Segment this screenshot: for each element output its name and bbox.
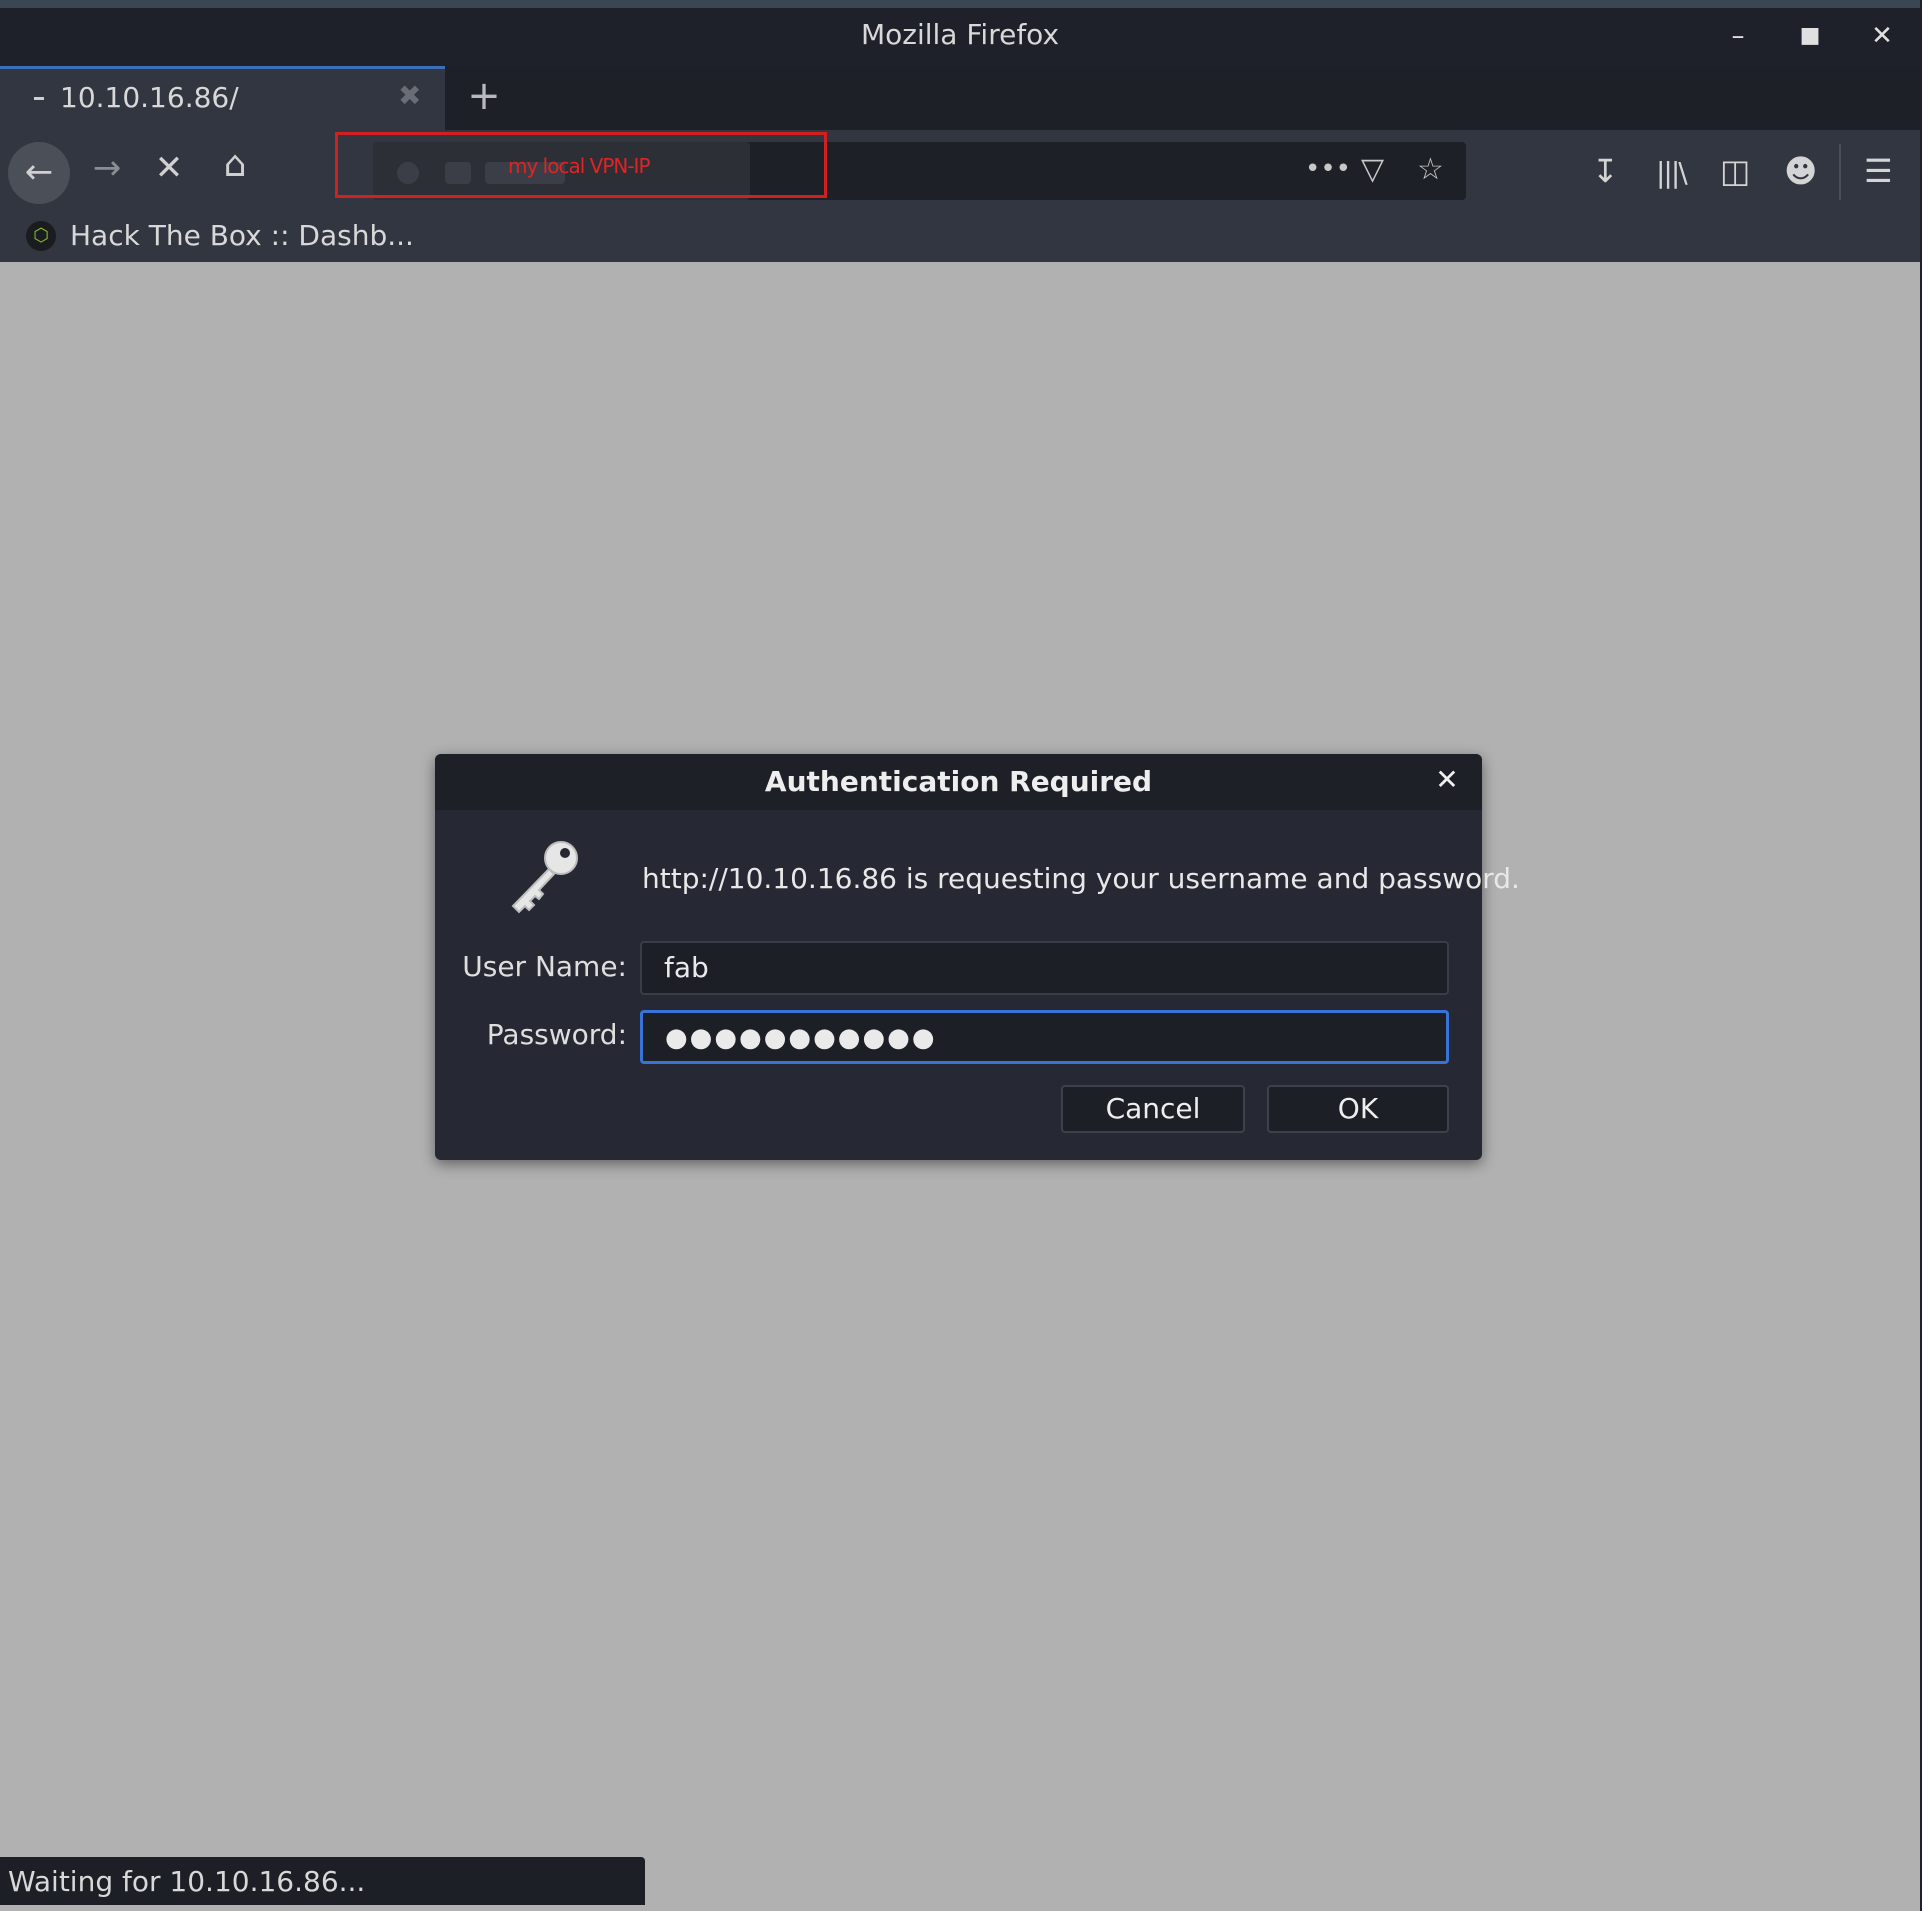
sidebar-icon[interactable]: ◫ bbox=[1720, 152, 1750, 190]
window-title: Mozilla Firefox bbox=[860, 18, 1060, 51]
library-icon[interactable]: |||\ bbox=[1656, 156, 1688, 189]
password-value: ●●●●●●●●●●● bbox=[665, 1023, 937, 1053]
desktop-top-strip bbox=[0, 0, 1922, 8]
username-label: User Name: bbox=[462, 950, 627, 983]
tab-close-icon[interactable]: ✖ bbox=[398, 79, 421, 112]
htb-favicon-icon: ⬡ bbox=[26, 221, 56, 251]
tab-active[interactable]: 10.10.16.86/ ✖ bbox=[0, 66, 445, 130]
bookmark-star-icon[interactable]: ☆ bbox=[1417, 152, 1444, 187]
loading-throbber-icon bbox=[34, 97, 44, 100]
new-tab-icon[interactable]: + bbox=[460, 72, 508, 120]
forward-icon[interactable]: → bbox=[82, 148, 132, 188]
home-icon[interactable]: ⌂ bbox=[210, 144, 260, 185]
downloads-icon[interactable]: ↧ bbox=[1592, 152, 1619, 190]
bookmark-item-hackthebox[interactable]: Hack The Box :: Dashb... bbox=[70, 219, 414, 252]
close-window-icon[interactable]: ✕ bbox=[1860, 14, 1904, 58]
tab-title: 10.10.16.86/ bbox=[60, 81, 239, 114]
auth-dialog: Authentication Required ✕ http://10.10.1… bbox=[435, 754, 1520, 1160]
navigation-toolbar: ← → ✕ ⌂ ••• ▽ ☆ ↧ |||\ ◫ ☻ ☰ bbox=[0, 130, 1920, 212]
browser-chrome: Mozilla Firefox – ■ ✕ 10.10.16.86/ ✖ + ←… bbox=[0, 0, 1922, 262]
window-titlebar[interactable]: Mozilla Firefox – ■ ✕ bbox=[0, 8, 1920, 66]
toolbar-separator bbox=[1839, 144, 1841, 200]
tab-strip: 10.10.16.86/ ✖ + bbox=[0, 66, 1920, 130]
minimize-icon[interactable]: – bbox=[1716, 14, 1760, 58]
back-icon[interactable]: ← bbox=[8, 142, 70, 204]
password-input[interactable]: ●●●●●●●●●●● bbox=[640, 1010, 1449, 1064]
dialog-title: Authentication Required bbox=[764, 765, 1153, 798]
dialog-header: Authentication Required ✕ bbox=[435, 754, 1482, 810]
auth-message: http://10.10.16.86 is requesting your us… bbox=[642, 862, 1520, 895]
ok-button[interactable]: OK bbox=[1267, 1085, 1449, 1133]
status-text: Waiting for 10.10.16.86... bbox=[8, 1865, 366, 1898]
annotation-label: my local VPN-IP bbox=[508, 154, 651, 178]
dialog-close-icon[interactable]: ✕ bbox=[1427, 760, 1467, 800]
key-icon bbox=[511, 841, 578, 914]
maximize-icon[interactable]: ■ bbox=[1788, 14, 1832, 58]
bookmarks-toolbar: ⬡ Hack The Box :: Dashb... bbox=[0, 212, 1920, 262]
username-value: fab bbox=[664, 951, 709, 984]
cancel-button[interactable]: Cancel bbox=[1061, 1085, 1245, 1133]
username-input[interactable]: fab bbox=[640, 941, 1449, 995]
stop-icon[interactable]: ✕ bbox=[144, 148, 194, 188]
page-actions-icon[interactable]: ••• bbox=[1305, 154, 1351, 184]
account-icon[interactable]: ☻ bbox=[1784, 152, 1817, 190]
menu-icon[interactable]: ☰ bbox=[1864, 152, 1893, 190]
status-panel: Waiting for 10.10.16.86... bbox=[0, 1857, 645, 1905]
pocket-icon[interactable]: ▽ bbox=[1361, 152, 1384, 187]
password-label: Password: bbox=[486, 1018, 627, 1051]
